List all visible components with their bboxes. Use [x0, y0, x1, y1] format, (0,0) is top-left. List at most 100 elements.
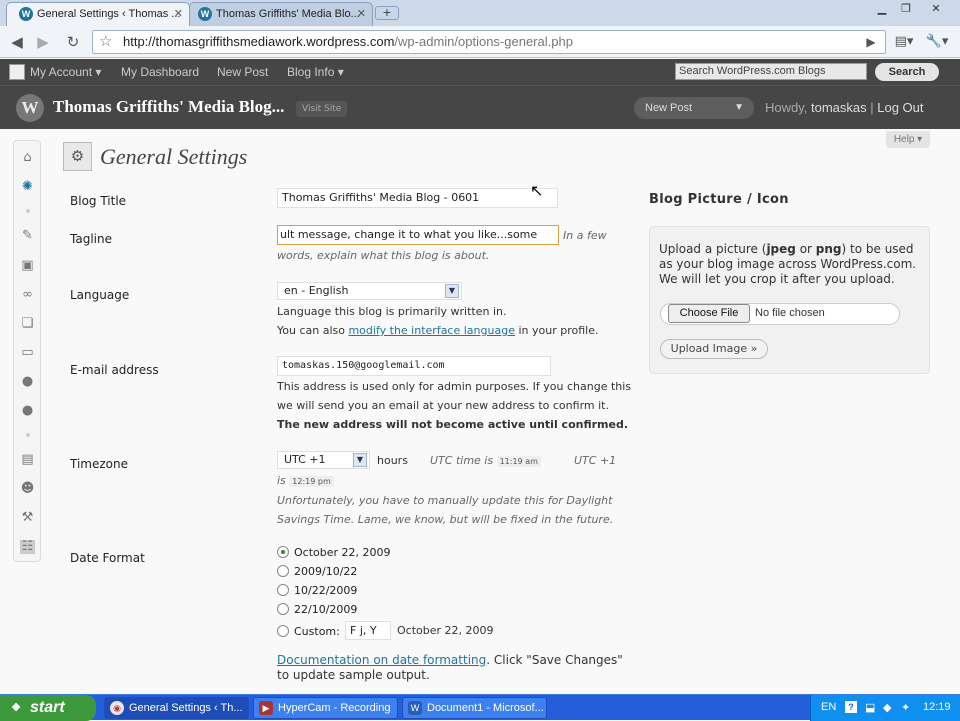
address-bar[interactable]: ☆ http://thomasgriffithsmediawork.wordpr…: [92, 30, 886, 54]
taskbar-item-label: Document1 - Microsof...: [427, 702, 544, 714]
wrench-menu-icon[interactable]: 🔧▾: [922, 31, 952, 53]
local-time: is 12:19 pm: [277, 471, 334, 491]
date-format-custom[interactable]: Custom:: [277, 625, 340, 638]
timezone-note-1: Unfortunately, you have to manually upda…: [277, 491, 612, 510]
tagline-label: Tagline: [70, 232, 112, 246]
blog-info-menu[interactable]: Blog Info ▾: [287, 65, 344, 79]
radio-icon[interactable]: [277, 603, 289, 615]
new-tab-button[interactable]: +: [375, 6, 399, 20]
blog-name[interactable]: Thomas Griffiths' Media Blog...: [53, 97, 284, 117]
language-indicator[interactable]: EN: [821, 701, 836, 713]
links-icon[interactable]: ∞: [20, 288, 35, 302]
choose-file-button[interactable]: Choose File: [668, 304, 750, 323]
taskbar-item-chrome[interactable]: ◉ General Settings ‹ Th...: [104, 697, 249, 719]
language-desc-1: Language this blog is primarily written …: [277, 305, 507, 318]
minimize-icon[interactable]: ▁: [872, 2, 892, 16]
date-formatting-doc-link[interactable]: Documentation on date formatting: [277, 653, 486, 667]
network-icon[interactable]: ⬓: [865, 701, 875, 714]
date-format-option[interactable]: October 22, 2009: [277, 546, 391, 559]
custom-date-preview: October 22, 2009: [397, 624, 494, 637]
comments-icon[interactable]: ▭: [20, 346, 35, 360]
pages-icon[interactable]: ❏: [20, 317, 35, 331]
new-post-label: New Post: [645, 102, 693, 114]
tab-media-blog[interactable]: W Thomas Griffiths' Media Blo... ✕: [189, 2, 373, 26]
local-label: UTC +1: [574, 454, 617, 467]
restore-icon[interactable]: ❐: [896, 2, 916, 16]
chrome-icon: ◉: [110, 701, 124, 715]
posts-icon[interactable]: ✎: [20, 229, 35, 243]
language-select[interactable]: en - English ▼: [277, 282, 462, 300]
admin-menu: ⌂ ✺ ✎ ▣ ∞ ❏ ▭ ● ● ▤ ☻ ⚒ ☷: [13, 140, 41, 562]
logout-link[interactable]: Log Out: [877, 100, 923, 115]
reload-icon[interactable]: ↻: [62, 31, 84, 53]
polls-icon[interactable]: ●: [20, 404, 35, 418]
forward-icon[interactable]: ▶: [32, 31, 54, 53]
pic-png: png: [815, 242, 842, 256]
date-format-option[interactable]: 22/10/2009: [277, 603, 357, 616]
email-field[interactable]: tomaskas.150@googlemail.com: [277, 356, 551, 376]
new-post-button[interactable]: New Post ▼: [634, 97, 754, 119]
tab-general-settings[interactable]: W General Settings ‹ Thomas ... ✕: [6, 2, 190, 26]
my-account-menu[interactable]: My Account ▾: [30, 65, 101, 79]
taskbar-item-word[interactable]: W Document1 - Microsof...: [402, 697, 547, 719]
search-button[interactable]: Search: [875, 63, 939, 81]
date-doc-text-1: . Click "Save Changes": [486, 653, 623, 667]
wordpress-favicon-icon: W: [19, 7, 33, 21]
go-icon[interactable]: ▶: [860, 31, 882, 53]
date-option-label: 2009/10/22: [294, 565, 358, 578]
utc-time: UTC time is 11:19 am: [430, 451, 541, 471]
tab-title: Thomas Griffiths' Media Blo...: [216, 8, 360, 20]
tools-icon[interactable]: ⚒: [20, 511, 35, 525]
start-button[interactable]: ❖ start: [0, 695, 96, 721]
appearance-icon[interactable]: ▤: [20, 453, 35, 467]
my-dashboard-link[interactable]: My Dashboard: [121, 65, 199, 79]
tray-app-icon[interactable]: ✦: [901, 701, 910, 714]
radio-selected-icon[interactable]: [277, 546, 289, 558]
visit-site-button[interactable]: Visit Site: [296, 101, 348, 117]
email-label: E-mail address: [70, 363, 159, 377]
wordpress-search-input[interactable]: Search WordPress.com Blogs: [675, 63, 867, 80]
radio-icon[interactable]: [277, 584, 289, 596]
browser-toolbar: ◀ ▶ ↻ ☆ http://thomasgriffithsmediawork.…: [0, 26, 960, 58]
windows-taskbar: ❖ start ◉ General Settings ‹ Th... ▶ Hyp…: [0, 694, 960, 721]
back-icon[interactable]: ◀: [6, 31, 28, 53]
tray-app-icon[interactable]: ◆: [883, 701, 891, 714]
mouse-cursor-icon: ↖: [530, 181, 544, 200]
dashboard-icon[interactable]: ⌂: [20, 151, 35, 165]
help-tab[interactable]: Help ▾: [886, 131, 930, 148]
tagline-description: In a few: [563, 226, 607, 245]
bookmark-star-icon[interactable]: ☆: [99, 31, 112, 53]
system-tray: EN ? ⬓ ◆ ✦ 12:19: [810, 695, 960, 721]
settings-icon[interactable]: ☷: [20, 540, 35, 554]
language-desc-2: You can also modify the interface langua…: [277, 321, 598, 340]
chevron-down-icon[interactable]: ▼: [445, 284, 459, 298]
new-post-link[interactable]: New Post: [217, 65, 268, 79]
tagline-input[interactable]: ult message, change it to what you like.…: [277, 225, 559, 245]
radio-icon[interactable]: [277, 625, 289, 637]
close-icon[interactable]: ✕: [174, 7, 183, 20]
interface-language-link[interactable]: modify the interface language: [348, 324, 515, 337]
close-window-icon[interactable]: ✕: [926, 2, 946, 16]
users-icon[interactable]: ☻: [20, 482, 35, 496]
timezone-note-1-text: Unfortunately, you have to manually upda…: [277, 494, 613, 507]
taskbar-item-hypercam[interactable]: ▶ HyperCam - Recording: [253, 697, 398, 719]
radio-icon[interactable]: [277, 565, 289, 577]
date-format-option[interactable]: 10/22/2009: [277, 584, 357, 597]
blog-title-input[interactable]: Thomas Griffiths' Media Blog - 0601: [277, 188, 558, 208]
chevron-down-icon[interactable]: ▼: [734, 97, 744, 119]
menu-separator: [26, 209, 30, 213]
avatar[interactable]: [9, 64, 25, 80]
help-icon[interactable]: ?: [845, 701, 857, 713]
close-icon[interactable]: ✕: [357, 7, 366, 20]
date-format-option[interactable]: 2009/10/22: [277, 565, 357, 578]
custom-label: Custom:: [294, 625, 340, 638]
timezone-select[interactable]: UTC +1 ▼: [277, 451, 370, 469]
upload-image-button[interactable]: Upload Image »: [660, 339, 768, 359]
ratings-icon[interactable]: ●: [20, 375, 35, 389]
page-menu-icon[interactable]: ▤▾: [890, 31, 918, 53]
stats-icon[interactable]: ✺: [20, 180, 35, 194]
custom-date-format-input[interactable]: F j, Y: [345, 621, 391, 640]
media-icon[interactable]: ▣: [20, 259, 35, 273]
chevron-down-icon[interactable]: ▼: [353, 453, 367, 467]
username-link[interactable]: tomaskas: [811, 100, 867, 115]
